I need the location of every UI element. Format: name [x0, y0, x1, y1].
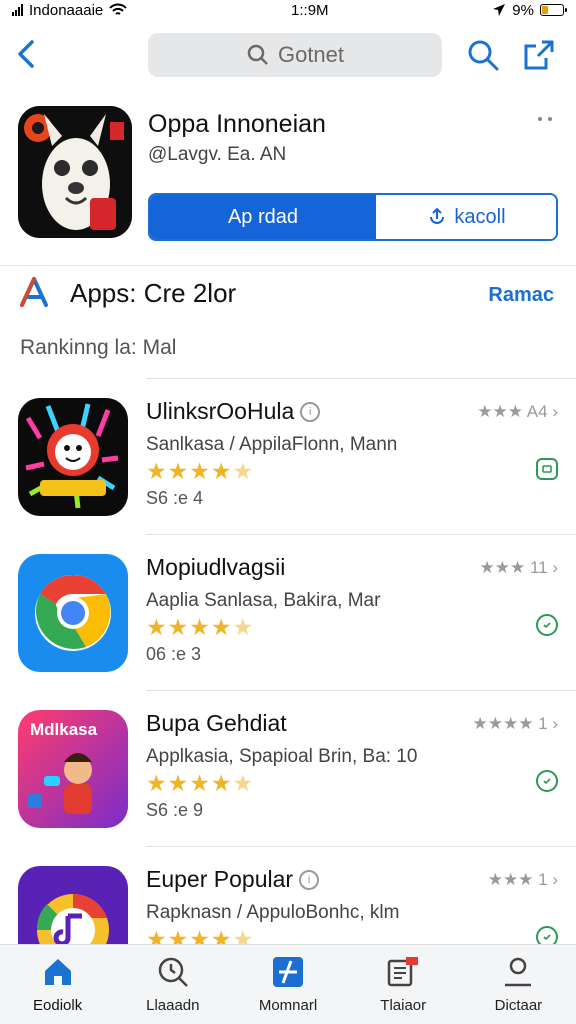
- tab-label: Tlaiaor: [380, 997, 427, 1014]
- home-icon: [44, 959, 71, 985]
- app-name: UlinksrOoHula i: [146, 398, 321, 425]
- tab-profile[interactable]: Dictaar: [461, 945, 576, 1024]
- divider: [146, 846, 576, 847]
- signal-icon: [12, 4, 23, 16]
- get-button-icon[interactable]: [536, 614, 558, 636]
- tab-home[interactable]: Eodiolk: [0, 945, 115, 1024]
- location-icon: [493, 4, 506, 16]
- section-title: Apps: Cre 2lor: [70, 278, 237, 308]
- list-item[interactable]: Mdlkasa Bupa Gehdiat Applkasia, Spapioal…: [0, 690, 576, 846]
- featured-app-title: Oppa Innoneian: [148, 110, 326, 138]
- app-rank: ★★★ A4 ›: [477, 402, 558, 421]
- section-header: Apps: Cre 2lor Ramac: [0, 270, 576, 320]
- battery-icon: [539, 4, 567, 16]
- status-time: 1::9M: [291, 1, 329, 19]
- news-icon: [387, 957, 419, 987]
- chrome-icon: [18, 554, 128, 672]
- refresh-icon: [430, 207, 445, 224]
- icon-caption: Mdlkasa: [30, 720, 98, 739]
- list-item[interactable]: UlinksrOoHula i Sanlkasa / AppilaFlonn, …: [0, 378, 576, 534]
- search-bar[interactable]: Gotnet: [148, 33, 442, 77]
- divider: [146, 378, 576, 379]
- status-left: Indonaaaie: [12, 2, 127, 19]
- search-button-icon[interactable]: [466, 38, 500, 72]
- secondary-action-label: kacoll: [454, 205, 506, 228]
- rating-stars: ★★★★★: [146, 458, 255, 484]
- nav-bar: Gotnet: [0, 30, 576, 80]
- secondary-action-button[interactable]: kacoll: [376, 195, 556, 239]
- more-options-icon[interactable]: [536, 114, 558, 124]
- apps-icon: [273, 957, 303, 987]
- search-clock-icon: [158, 957, 188, 987]
- battery-percent: 9%: [512, 1, 534, 19]
- status-right: 9%: [492, 1, 567, 19]
- tab-label: Llaaadn: [146, 997, 200, 1014]
- app-name: Euper Popular i: [146, 866, 320, 893]
- character-game-icon: Mdlkasa: [18, 710, 128, 828]
- featured-buttons: Ap rdad kacoll: [148, 193, 558, 241]
- featured-app: Oppa Innoneian @Lavgv. Ea. AN Ap rdad ka…: [0, 100, 576, 266]
- tab-label: Eodiolk: [33, 997, 83, 1014]
- back-icon[interactable]: [12, 36, 42, 72]
- app-category: Aaplia Sanlasa, Bakira, Mar: [146, 590, 381, 611]
- app-rank: ★★★ 1 ›: [487, 870, 558, 889]
- app-size: S6 :e 4: [146, 488, 204, 508]
- tab-news[interactable]: Tlaiaor: [346, 945, 461, 1024]
- app-category: Sanlkasa / AppilaFlonn, Mann: [146, 434, 398, 455]
- app-name: Bupa Gehdiat: [146, 710, 287, 736]
- wifi-icon: [109, 3, 127, 15]
- app-category: Applkasia, Spapioal Brin, Ba: 10: [146, 746, 418, 767]
- featured-app-subtitle: @Lavgv. Ea. AN: [148, 144, 287, 165]
- divider: [146, 690, 576, 691]
- app-size: S6 :e 9: [146, 800, 204, 820]
- info-icon[interactable]: i: [300, 401, 321, 422]
- profile-icon: [505, 957, 532, 987]
- rating-stars: ★★★★★: [146, 614, 255, 640]
- tab-bar: Eodiolk Llaaadn Momnarl Tlaiaor Dictaar: [0, 944, 576, 1024]
- rating-stars: ★★★★★: [146, 770, 255, 796]
- ranking-label: Rankinng la: Mal: [20, 336, 177, 359]
- primary-action-button[interactable]: Ap rdad: [150, 195, 376, 239]
- get-button-icon[interactable]: [536, 770, 558, 792]
- info-icon[interactable]: i: [299, 869, 320, 890]
- search-text: Gotnet: [277, 42, 345, 67]
- app-size: 06 :e 3: [146, 644, 202, 664]
- search-icon: [247, 44, 268, 65]
- list-item[interactable]: Mopiudlvagsii Aaplia Sanlasa, Bakira, Ma…: [0, 534, 576, 690]
- tab-label: Dictaar: [494, 997, 543, 1014]
- ghost-character-icon: [18, 398, 128, 516]
- app-category: Rapknasn / AppuloBonhc, klm: [146, 902, 400, 923]
- app-rank: ★★★ 11 ›: [479, 558, 558, 577]
- tab-label: Momnarl: [258, 997, 318, 1014]
- divider: [146, 534, 576, 535]
- carrier-label: Indonaaaie: [29, 1, 104, 19]
- app-name: Mopiudlvagsii: [146, 554, 286, 580]
- featured-app-icon[interactable]: [18, 106, 132, 238]
- app-rank: ★★★★ 1 ›: [472, 714, 558, 733]
- section-see-all-link[interactable]: Ramac: [488, 284, 554, 307]
- appstore-icon: [20, 277, 48, 307]
- get-button-icon[interactable]: [536, 458, 558, 480]
- app-list: UlinksrOoHula i Sanlkasa / AppilaFlonn, …: [0, 378, 576, 1002]
- tab-apps[interactable]: Momnarl: [230, 945, 345, 1024]
- status-bar: Indonaaaie 1::9M 9%: [0, 0, 576, 20]
- share-icon[interactable]: [522, 36, 556, 72]
- tab-search[interactable]: Llaaadn: [115, 945, 230, 1024]
